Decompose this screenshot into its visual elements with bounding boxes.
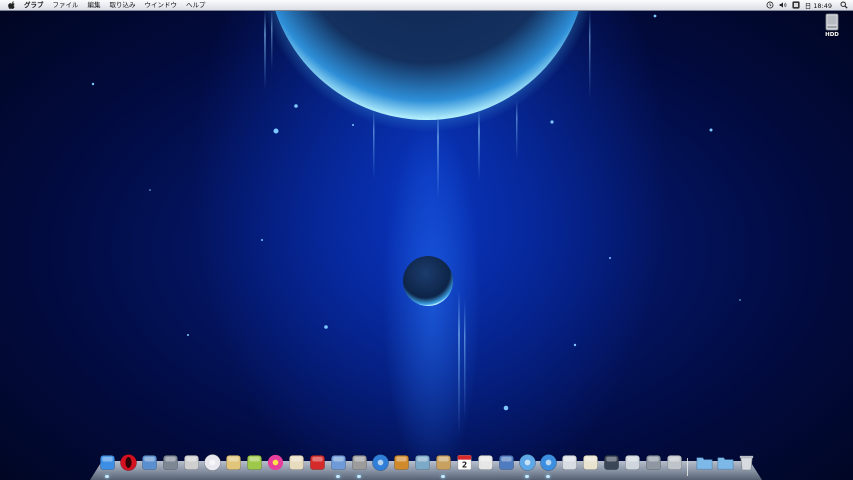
ipod-icon[interactable] (181, 452, 201, 472)
exposé-icon[interactable] (622, 452, 642, 472)
dock-apps: 2 (97, 452, 756, 476)
photo-booth-icon[interactable] (496, 452, 516, 472)
time-machine-icon[interactable] (766, 1, 774, 9)
preview-icon[interactable] (139, 452, 159, 472)
small-moon (403, 256, 453, 306)
safari-icon[interactable] (538, 452, 558, 472)
script-editor-icon[interactable] (286, 452, 306, 472)
downloads-folder-icon[interactable] (715, 452, 735, 472)
dvd-player-icon[interactable] (370, 452, 390, 472)
menu-window[interactable]: ウインドウ (145, 0, 178, 10)
volume-icon[interactable] (779, 1, 787, 9)
applications-folder-icon[interactable] (694, 452, 714, 472)
finder-icon[interactable] (97, 452, 117, 472)
printer-icon[interactable] (664, 452, 684, 472)
package-icon[interactable] (223, 452, 243, 472)
dock-divider (687, 458, 688, 476)
textedit-icon[interactable] (244, 452, 264, 472)
itunes-icon[interactable] (517, 452, 537, 472)
planet (272, 0, 582, 120)
running-indicator (336, 475, 340, 478)
running-indicator (525, 475, 529, 478)
desktop-wallpaper (0, 0, 853, 480)
calendar-day-number: 2 (461, 460, 466, 469)
menu-bar: グラブ ファイル 編集 取り込み ウインドウ ヘルプ 日 18:49 (0, 0, 853, 11)
garageband-icon[interactable] (391, 452, 411, 472)
menu-help[interactable]: ヘルプ (186, 0, 206, 10)
wallpaper-art (91, 0, 741, 435)
desktop-drive[interactable]: HDD (820, 13, 844, 38)
imovie-icon[interactable] (349, 452, 369, 472)
apple-logo-icon[interactable] (8, 1, 16, 9)
input-method-icon[interactable] (792, 1, 800, 9)
flower-icon[interactable] (265, 452, 285, 472)
menu-edit[interactable]: 編集 (88, 0, 101, 10)
iphoto-icon[interactable] (328, 452, 348, 472)
ical-icon[interactable]: 2 (454, 452, 474, 472)
menu-capture[interactable]: 取り込み (110, 0, 136, 10)
disc-utility-icon[interactable] (202, 452, 222, 472)
dictionary-icon[interactable] (475, 452, 495, 472)
activity-monitor-icon[interactable] (643, 452, 663, 472)
menu-clock[interactable]: 日 18:49 (805, 0, 832, 10)
running-indicator (441, 475, 445, 478)
menu-extras: 日 18:49 (766, 0, 853, 10)
running-indicator (105, 475, 109, 478)
dashboard-icon[interactable] (601, 452, 621, 472)
menu-file[interactable]: ファイル (53, 0, 79, 10)
screen-sharing-icon[interactable] (160, 452, 180, 472)
opera-icon[interactable] (118, 452, 138, 472)
drive-label: HDD (825, 32, 839, 38)
spotlight-icon[interactable] (840, 1, 848, 9)
stickies-icon[interactable] (580, 452, 600, 472)
hard-drive-icon (825, 13, 839, 31)
menu-app-name[interactable]: グラブ (24, 0, 44, 10)
running-indicator (357, 475, 361, 478)
address-book-icon[interactable] (433, 452, 453, 472)
trash-icon[interactable] (736, 452, 756, 472)
mail-icon[interactable] (559, 452, 579, 472)
chess-icon[interactable] (307, 452, 327, 472)
running-indicator (546, 475, 550, 478)
network-icon[interactable] (412, 452, 432, 472)
